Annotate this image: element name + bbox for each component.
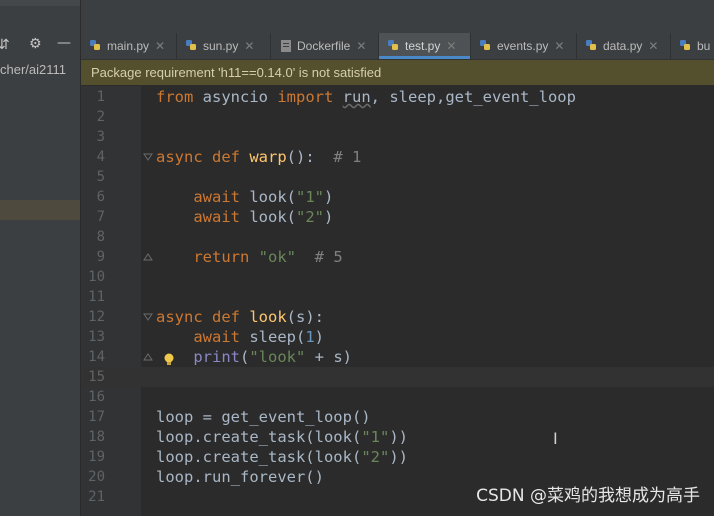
line-number: 13 xyxy=(88,329,105,345)
code-line[interactable]: 14 print("look" + s) xyxy=(81,347,714,367)
code-line[interactable]: 4 async def warp(): # 1 xyxy=(81,147,714,167)
tab-label: data.py xyxy=(603,39,643,53)
banner-message: Package requirement 'h11==0.14.0' is not… xyxy=(91,65,382,80)
mouse-cursor-icon: I xyxy=(553,429,558,448)
line-code: loop.create_task(look("1")) xyxy=(156,428,408,446)
line-number: 12 xyxy=(88,309,105,325)
code-line[interactable]: 11 xyxy=(81,287,714,307)
close-icon[interactable]: ✕ xyxy=(155,39,165,53)
line-number: 10 xyxy=(88,269,105,285)
code-line[interactable]: 16 xyxy=(81,387,714,407)
code-line[interactable]: 9 return "ok" # 5 xyxy=(81,247,714,267)
tab-events-py[interactable]: events.py ✕ xyxy=(471,33,577,59)
code-line[interactable]: 17 loop = get_event_loop() xyxy=(81,407,714,427)
code-line[interactable]: 5 xyxy=(81,167,714,187)
python-file-icon xyxy=(388,39,398,50)
line-number: 9 xyxy=(96,249,105,265)
line-number: 8 xyxy=(96,229,105,245)
line-code: from asyncio import run, sleep,get_event… xyxy=(156,88,576,106)
fold-end-icon[interactable] xyxy=(143,252,153,262)
fold-end-icon[interactable] xyxy=(143,352,153,362)
python-file-icon xyxy=(586,39,596,50)
python-file-icon xyxy=(186,39,196,50)
line-number: 18 xyxy=(88,429,105,445)
code-line-current[interactable]: 15 xyxy=(81,367,714,387)
docker-file-icon xyxy=(281,39,291,52)
tab-test-py[interactable]: test.py ✕ xyxy=(379,33,471,59)
close-icon[interactable]: ✕ xyxy=(648,39,658,53)
lightbulb-icon[interactable] xyxy=(163,353,175,367)
tab-label: sun.py xyxy=(203,39,239,53)
line-number: 19 xyxy=(88,449,105,465)
line-number: 3 xyxy=(96,129,105,145)
code-line[interactable]: 1 from asyncio import run, sleep,get_even… xyxy=(81,87,714,107)
line-code: await look("2") xyxy=(193,208,334,226)
code-line[interactable]: 8 xyxy=(81,227,714,247)
code-line[interactable]: 13 await sleep(1) xyxy=(81,327,714,347)
sidebar-top-strip xyxy=(0,0,80,6)
tab-label: main.py xyxy=(107,39,150,53)
tab-label: test.py xyxy=(405,39,441,53)
sidebar-selected-row[interactable] xyxy=(0,200,80,220)
line-code: await look("1") xyxy=(193,188,334,206)
close-icon[interactable]: ✕ xyxy=(356,39,366,53)
code-editor[interactable]: 1 from asyncio import run, sleep,get_even… xyxy=(81,86,714,516)
code-line[interactable]: 12 async def look(s): xyxy=(81,307,714,327)
tab-label: events.py xyxy=(497,39,549,53)
tab-label: bu xyxy=(697,39,711,53)
tab-data-py[interactable]: data.py ✕ xyxy=(577,33,671,59)
line-number: 15 xyxy=(88,369,105,385)
title-area xyxy=(81,0,714,33)
code-line[interactable]: 10 xyxy=(81,267,714,287)
line-code: async def warp(): # 1 xyxy=(156,148,362,166)
sidebar-toolbar: ⇵ ⚙ — xyxy=(0,34,80,58)
tab-dockerfile[interactable]: Dockerfile ✕ xyxy=(271,33,379,59)
line-number: 5 xyxy=(96,169,105,185)
line-number: 14 xyxy=(88,349,105,365)
code-line[interactable]: 6 await look("1") xyxy=(81,187,714,207)
code-line[interactable]: 7 await look("2") xyxy=(81,207,714,227)
settings-icon[interactable]: ⚙ xyxy=(29,36,42,52)
line-number: 17 xyxy=(88,409,105,425)
tab-bu[interactable]: bu xyxy=(671,33,714,59)
line-number: 7 xyxy=(96,209,105,225)
fold-marker-icon[interactable] xyxy=(143,152,153,162)
project-sidebar: ⇵ ⚙ — cher/ai2111 xyxy=(0,0,81,516)
package-requirement-banner[interactable]: Package requirement 'h11==0.14.0' is not… xyxy=(81,60,714,85)
line-code: return "ok" # 5 xyxy=(193,248,343,266)
collapse-icon[interactable]: — xyxy=(57,35,71,51)
sidebar-split-icon[interactable]: ⇵ xyxy=(0,37,10,53)
code-line[interactable]: 18 loop.create_task(look("1")) xyxy=(81,427,714,447)
python-file-icon xyxy=(90,39,100,50)
line-number: 11 xyxy=(88,289,105,305)
line-number: 6 xyxy=(96,189,105,205)
line-code: print("look" + s) xyxy=(193,348,353,366)
fold-marker-icon[interactable] xyxy=(143,312,153,322)
line-number: 16 xyxy=(88,389,105,405)
code-line[interactable]: 19 loop.create_task(look("2")) xyxy=(81,447,714,467)
line-number: 20 xyxy=(88,469,105,485)
line-number: 21 xyxy=(88,489,105,505)
line-code: async def look(s): xyxy=(156,308,324,326)
code-line[interactable]: 3 xyxy=(81,127,714,147)
editor-tab-bar: main.py ✕ sun.py ✕ Dockerfile ✕ test.py ✕ ev… xyxy=(81,33,714,60)
close-icon[interactable]: ✕ xyxy=(554,39,564,53)
line-number: 4 xyxy=(96,149,105,165)
tab-sun-py[interactable]: sun.py ✕ xyxy=(177,33,271,59)
line-code: loop.run_forever() xyxy=(156,468,324,486)
tab-label: Dockerfile xyxy=(297,39,351,53)
line-code: loop = get_event_loop() xyxy=(156,408,371,426)
close-icon[interactable]: ✕ xyxy=(244,39,254,53)
line-number: 1 xyxy=(96,89,105,105)
line-code: await sleep(1) xyxy=(193,328,325,346)
line-number: 2 xyxy=(96,109,105,125)
watermark: CSDN @菜鸡的我想成为高手 xyxy=(476,486,700,506)
project-path[interactable]: cher/ai2111 xyxy=(0,62,66,77)
tab-main-py[interactable]: main.py ✕ xyxy=(81,33,177,59)
python-file-icon xyxy=(480,39,490,50)
python-file-icon xyxy=(680,39,690,50)
code-line[interactable]: 2 xyxy=(81,107,714,127)
line-code: loop.create_task(look("2")) xyxy=(156,448,408,466)
close-icon[interactable]: ✕ xyxy=(446,39,456,53)
